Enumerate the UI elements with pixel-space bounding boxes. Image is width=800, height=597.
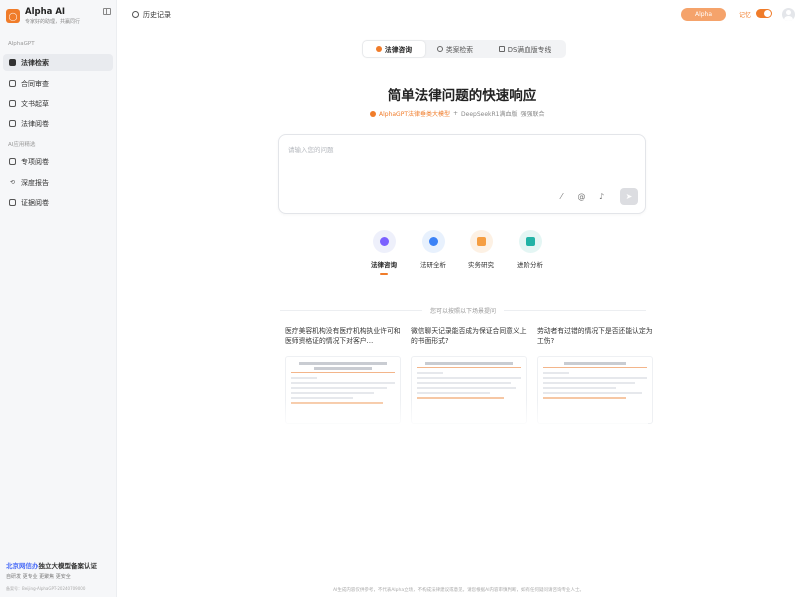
mode-tabs: 法律咨询 类案检索 DS满血版专线 xyxy=(362,40,566,58)
question-input[interactable] xyxy=(288,144,628,174)
cards-fade-overlay xyxy=(278,400,648,430)
model-secondary: DeepSeekR1满血版 xyxy=(461,111,518,118)
sidebar-item-label: 法律阅卷 xyxy=(21,119,49,128)
certification-promo[interactable]: 北京网信办独立大模型备案认证 自研发 更专业 更聚焦 更安全 备案号：Beiji… xyxy=(6,560,97,592)
feature-research-analysis[interactable]: 法研全析 xyxy=(408,230,458,269)
brand-name: Alpha AI xyxy=(25,7,66,17)
card-question: 劳动者有过错的情况下是否还能认定为工伤? xyxy=(537,327,653,345)
microphone-icon[interactable]: ♪ xyxy=(597,192,606,201)
tab-ds-line[interactable]: DS满血版专线 xyxy=(485,41,565,57)
sidebar-item-deep-report[interactable]: ⟲ 深度报告 xyxy=(3,174,113,191)
tab-label: DS满血版专线 xyxy=(507,46,552,54)
tab-case-search[interactable]: 类案检索 xyxy=(425,41,485,57)
model-line: AlphaGPT法律垂类大模型 + DeepSeekR1满血版 强强联合 xyxy=(370,109,545,118)
feature-label: 进阶分析 xyxy=(517,261,543,269)
ds-icon xyxy=(498,46,505,52)
grid-icon xyxy=(9,59,16,66)
sidebar-item-label: 专项阅卷 xyxy=(21,157,49,166)
feature-icon-bg xyxy=(469,230,493,253)
group-label-ai-apps: AI应用精选 xyxy=(8,142,36,148)
clock-icon xyxy=(132,11,139,18)
brand[interactable]: ◯ Alpha AI 专家好的助理，共赢同行 xyxy=(6,7,80,26)
tab-label: 法律咨询 xyxy=(384,46,413,54)
divider xyxy=(504,310,647,311)
graduation-cap-icon xyxy=(476,237,486,246)
card-question: 医疗美容机构没有医疗机构执业许可和医师资格证的情况下对客户… xyxy=(285,327,401,345)
promo-prefix: 北京网信办 xyxy=(6,562,39,570)
collapse-sidebar-icon[interactable] xyxy=(103,8,111,15)
history-button[interactable]: 历史记录 xyxy=(126,7,177,22)
divider xyxy=(280,310,422,311)
sidebar-item-label: 深度报告 xyxy=(21,178,49,187)
sidebar-item-special-reading[interactable]: 专项阅卷 xyxy=(3,153,113,170)
model-icon xyxy=(370,110,376,117)
send-icon: ➤ xyxy=(625,192,633,201)
alpha-logo-icon: ◯ xyxy=(6,9,20,23)
model-primary: AlphaGPT法律垂类大模型 xyxy=(379,111,450,118)
feature-label: 法研全析 xyxy=(420,261,446,269)
network-icon xyxy=(525,237,535,246)
feature-advanced-analysis[interactable]: 进阶分析 xyxy=(505,230,555,269)
feature-practice-research[interactable]: 实务研究 xyxy=(456,230,506,269)
report-icon: ⟲ xyxy=(9,179,16,186)
disclaimer-footer: AI生成内容仅供参考，不代表Alpha立场，不构成法律建议或意见，请您根据AI内… xyxy=(332,588,585,593)
feature-icon-bg xyxy=(372,230,396,253)
folder-icon xyxy=(9,120,16,127)
consult-icon xyxy=(375,46,382,52)
sidebar-item-case-reading[interactable]: 法律阅卷 xyxy=(3,115,113,132)
question-input-box: ⁄ @ ♪ ➤ xyxy=(278,134,646,214)
model-suffix: 强强联合 xyxy=(520,111,545,118)
tab-legal-consult[interactable]: 法律咨询 xyxy=(363,41,425,57)
feature-icon-bg xyxy=(518,230,542,253)
magnifier-icon xyxy=(428,237,438,246)
feature-icon-bg xyxy=(421,230,445,253)
feature-label: 实务研究 xyxy=(468,261,494,269)
sidebar-item-label: 法律检索 xyxy=(21,58,49,67)
card-question: 微信聊天记录能否成为保证合同意义上的书面形式? xyxy=(411,327,527,345)
send-button[interactable]: ➤ xyxy=(620,188,638,205)
magic-wand-icon[interactable]: ⁄ xyxy=(557,192,566,201)
attachment-icon[interactable]: @ xyxy=(577,192,586,201)
history-label: 历史记录 xyxy=(143,10,171,19)
suggest-hint: 您可以按照以下场景提问 xyxy=(280,306,647,315)
consult-icon xyxy=(379,237,389,246)
evidence-icon xyxy=(9,199,16,206)
alpha-badge-label: Alpha xyxy=(694,11,713,18)
alpha-plan-badge[interactable]: Alpha xyxy=(681,8,726,21)
feature-legal-consult[interactable]: 法律咨询 xyxy=(359,230,409,275)
file-icon xyxy=(9,158,16,165)
promo-title: 北京网信办独立大模型备案认证 xyxy=(6,560,97,570)
sidebar-item-legal-search[interactable]: 法律检索 xyxy=(3,54,113,71)
brand-slogan: 专家好的助理，共赢同行 xyxy=(25,19,81,25)
suggest-hint-text: 您可以按照以下场景提问 xyxy=(430,308,497,315)
promo-registration: 备案号：Beijing-AlphaGPT-20240709000 xyxy=(6,586,86,591)
memory-toggle[interactable] xyxy=(756,9,772,18)
page-title: 简单法律问题的快速响应 xyxy=(387,88,537,104)
group-label-alphagpt: AlphaGPT xyxy=(8,41,35,47)
active-underline xyxy=(380,273,388,275)
tab-label: 类案检索 xyxy=(445,46,474,54)
sidebar-item-label: 证据阅卷 xyxy=(21,198,49,207)
memory-label: 记忆 xyxy=(739,12,752,19)
avatar[interactable] xyxy=(782,8,795,21)
promo-subtitle: 自研发 更专业 更聚焦 更安全 xyxy=(6,574,71,580)
model-plus: + xyxy=(453,110,459,117)
promo-title-rest: 独立大模型备案认证 xyxy=(38,562,98,570)
search-icon xyxy=(436,46,443,52)
feature-label: 法律咨询 xyxy=(371,261,397,269)
sidebar-item-evidence-reading[interactable]: 证据阅卷 xyxy=(3,194,113,211)
